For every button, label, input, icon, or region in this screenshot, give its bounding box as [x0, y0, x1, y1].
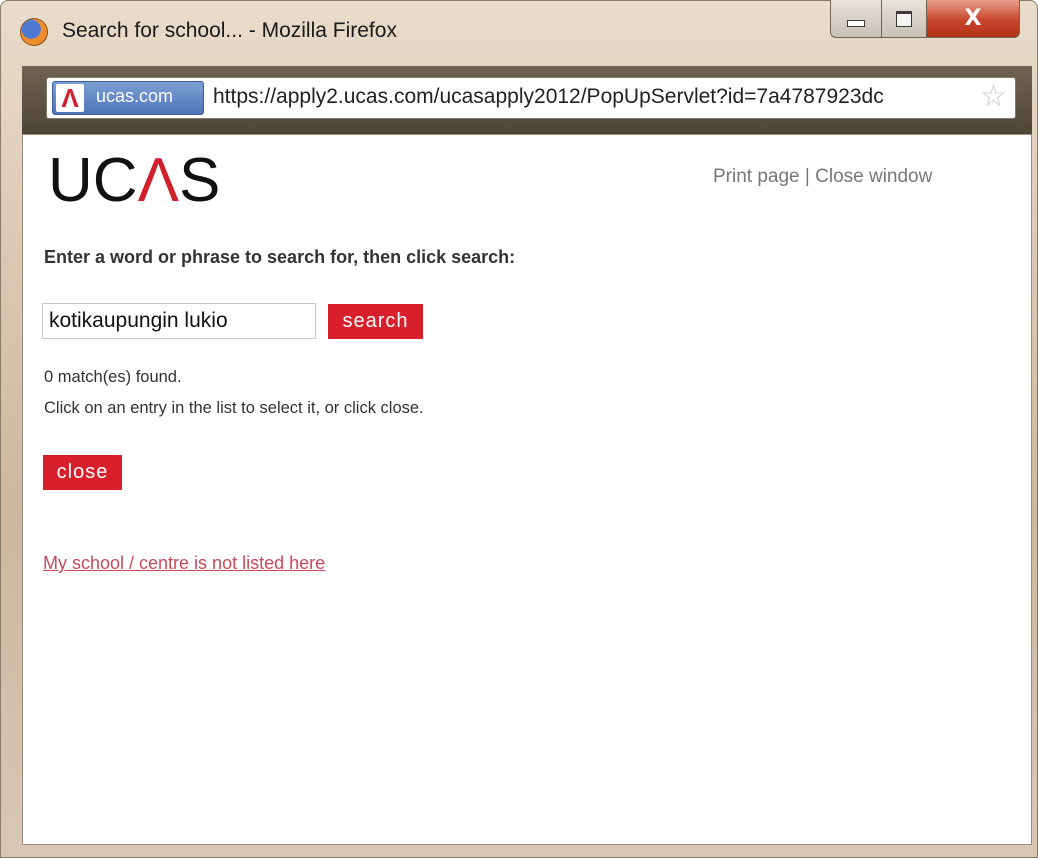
logo-text-s: S — [178, 146, 221, 215]
logo-text-uc: UC — [48, 146, 138, 215]
link-separator: | — [799, 166, 816, 187]
ucas-favicon-icon: Λ — [56, 84, 84, 112]
search-input[interactable] — [42, 303, 316, 339]
window-close-button[interactable]: X — [926, 0, 1020, 38]
maximize-icon — [896, 10, 912, 27]
minimize-icon — [847, 20, 865, 27]
school-not-listed-link[interactable]: My school / centre is not listed here — [43, 553, 325, 574]
logo-text-a: Λ — [137, 146, 179, 215]
search-button[interactable]: search — [328, 304, 423, 339]
match-count: 0 match(es) found. — [44, 368, 182, 386]
firefox-logo-icon — [20, 18, 48, 46]
print-page-link[interactable]: Print page — [713, 166, 800, 187]
close-window-link[interactable]: Close window — [815, 166, 932, 187]
minimize-button[interactable] — [830, 0, 882, 38]
instructions-text: Click on an entry in the list to select … — [44, 399, 424, 417]
title-bar: Search for school... - Mozilla Firefox X — [0, 0, 1038, 66]
url-text[interactable]: https://apply2.ucas.com/ucasapply2012/Po… — [213, 85, 973, 109]
page-actions: Print page | Close window — [713, 166, 932, 188]
site-identity-label: ucas.com — [96, 86, 174, 106]
maximize-button[interactable] — [881, 0, 927, 38]
close-icon: X — [964, 6, 982, 31]
search-prompt: Enter a word or phrase to search for, th… — [44, 247, 516, 267]
window-title: Search for school... - Mozilla Firefox — [62, 19, 397, 42]
ucas-logo: UCΛS — [48, 148, 220, 214]
close-button[interactable]: close — [43, 455, 122, 490]
page-content — [22, 134, 1032, 845]
bookmark-star-icon[interactable]: ☆ — [980, 80, 1007, 114]
